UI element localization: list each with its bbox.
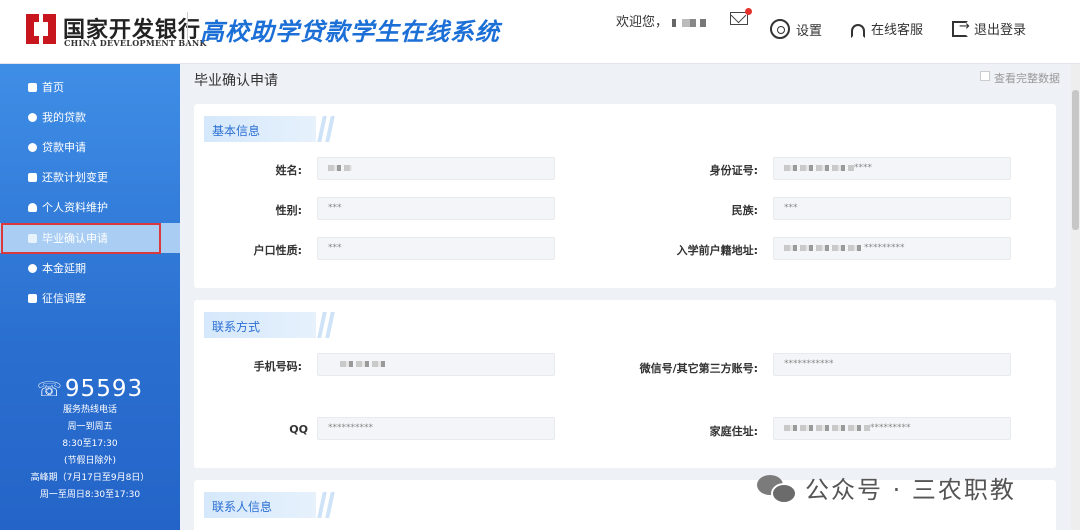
qq-label: QQ: [289, 423, 308, 436]
home-icon: [28, 82, 37, 92]
contact-card: 联系方式 手机号码: 微信号/其它第三方账号: *********** QQ *…: [194, 300, 1056, 468]
section-deco: [320, 492, 334, 518]
defer-icon: [28, 263, 37, 273]
logout-button[interactable]: 退出登录: [952, 19, 1026, 38]
section-deco: [320, 312, 334, 338]
sidebar-item-repayment-change[interactable]: 还款计划变更: [0, 162, 180, 192]
loan-icon: [28, 112, 37, 122]
sidebar-item-label: 还款计划变更: [42, 171, 108, 184]
basic-info-card: 基本信息 姓名: 身份证号: **** 性别: *** 民族: *** 户口性质…: [194, 104, 1056, 288]
hotline-line: 周一至周日8:30至17:30: [39, 490, 141, 500]
headset-icon: [851, 23, 865, 38]
content-header: 毕业确认申请: [180, 64, 1080, 94]
section-deco: [320, 116, 334, 142]
id-number-field[interactable]: ****: [773, 157, 1011, 180]
settings-label: 设置: [796, 23, 823, 39]
online-service-button[interactable]: 在线客服: [851, 19, 923, 38]
watermark-text: 公众号 · 三农职教: [805, 476, 1016, 504]
hotline-line: 服务热线电话: [62, 405, 117, 415]
masked-value: [784, 244, 864, 251]
qq-field[interactable]: **********: [317, 417, 555, 440]
header-divider: [187, 12, 188, 46]
sidebar-item-label: 征信调整: [42, 292, 86, 305]
bank-name-en: CHINA DEVELOPMENT BANK: [64, 38, 207, 48]
settings-button[interactable]: 设置: [770, 19, 822, 39]
masked-value: [784, 424, 870, 431]
system-title: 高校助学贷款学生在线系统: [200, 18, 500, 46]
hotline-line: 高峰期（7月17日至9月8日）: [30, 473, 150, 483]
ethnicity-label: 民族:: [731, 204, 758, 217]
home-address-label: 家庭住址:: [709, 425, 758, 438]
sidebar-item-home[interactable]: 首页: [0, 72, 180, 102]
gear-icon: [770, 19, 790, 39]
name-field[interactable]: [317, 157, 555, 180]
hukou-type-label: 户口性质:: [253, 244, 302, 257]
hotline-line: 8:30至17:30: [62, 439, 118, 449]
plan-icon: [28, 172, 37, 182]
phone-icon: ☏: [36, 377, 63, 401]
sidebar-item-profile[interactable]: 个人资料维护: [0, 192, 180, 222]
sidebar-item-label: 我的贷款: [42, 111, 86, 124]
notification-dot: [745, 8, 752, 15]
hotline-line: (节假日除外): [63, 456, 117, 466]
masked-value: [328, 164, 352, 171]
masked-username: [672, 18, 707, 27]
registered-address-field[interactable]: *********: [773, 237, 1011, 260]
section-title-contact: 联系方式: [204, 312, 316, 338]
sidebar-item-principal-defer[interactable]: 本金延期: [0, 253, 180, 283]
hukou-type-field[interactable]: ***: [317, 237, 555, 260]
wechat-label: 微信号/其它第三方账号:: [639, 362, 758, 375]
logout-icon: [952, 19, 970, 37]
hotline-line: 周一到周五: [67, 422, 113, 432]
masked-value: [340, 360, 386, 367]
welcome-message: 欢迎您，: [616, 11, 707, 30]
sidebar-item-label: 个人资料维护: [42, 201, 108, 214]
full-data-checkbox[interactable]: [980, 71, 990, 81]
id-number-label: 身份证号:: [709, 164, 758, 177]
registered-address-label: 入学前户籍地址:: [676, 244, 758, 257]
phone-field[interactable]: [317, 353, 555, 376]
phone-label: 手机号码:: [253, 360, 302, 373]
hotline-number: ☏95593: [0, 376, 180, 402]
scrollbar-thumb[interactable]: [1072, 90, 1079, 230]
masked-value: [784, 164, 854, 171]
active-highlight-box: [1, 223, 161, 254]
hotline-panel: ☏95593 服务热线电话 周一到周五 8:30至17:30 (节假日除外) 高…: [0, 376, 180, 504]
apply-icon: [28, 142, 37, 152]
full-data-label[interactable]: 查看完整数据: [994, 70, 1060, 86]
sidebar-item-label: 首页: [42, 81, 64, 94]
sidebar-item-loan-apply[interactable]: 贷款申请: [0, 132, 180, 162]
home-address-field[interactable]: *********: [773, 417, 1011, 440]
wechat-icon: [757, 473, 797, 504]
online-service-label: 在线客服: [871, 23, 924, 38]
section-title-basic: 基本信息: [204, 116, 316, 142]
sidebar-item-my-loans[interactable]: 我的贷款: [0, 102, 180, 132]
section-title-relatives: 联系人信息: [204, 492, 316, 518]
logout-label: 退出登录: [974, 23, 1027, 38]
user-icon: [28, 202, 37, 212]
sidebar-item-label: 贷款申请: [42, 141, 86, 154]
page-title: 毕业确认申请: [194, 73, 278, 89]
credit-icon: [28, 293, 37, 303]
gender-label: 性别:: [275, 204, 302, 217]
top-header: 国家开发银行 CHINA DEVELOPMENT BANK 高校助学贷款学生在线…: [0, 0, 1080, 64]
welcome-text: 欢迎您，: [616, 15, 669, 30]
wechat-field[interactable]: ***********: [773, 353, 1011, 376]
sidebar-item-label: 本金延期: [42, 262, 86, 275]
ethnicity-field[interactable]: ***: [773, 197, 1011, 220]
sidebar-item-credit-adjust[interactable]: 征信调整: [0, 283, 180, 313]
name-label: 姓名:: [275, 164, 302, 177]
wechat-watermark: 公众号 · 三农职教: [757, 470, 1016, 505]
bank-logo-icon: [26, 14, 56, 44]
hotline-number-text: 95593: [64, 376, 144, 402]
gender-field[interactable]: ***: [317, 197, 555, 220]
